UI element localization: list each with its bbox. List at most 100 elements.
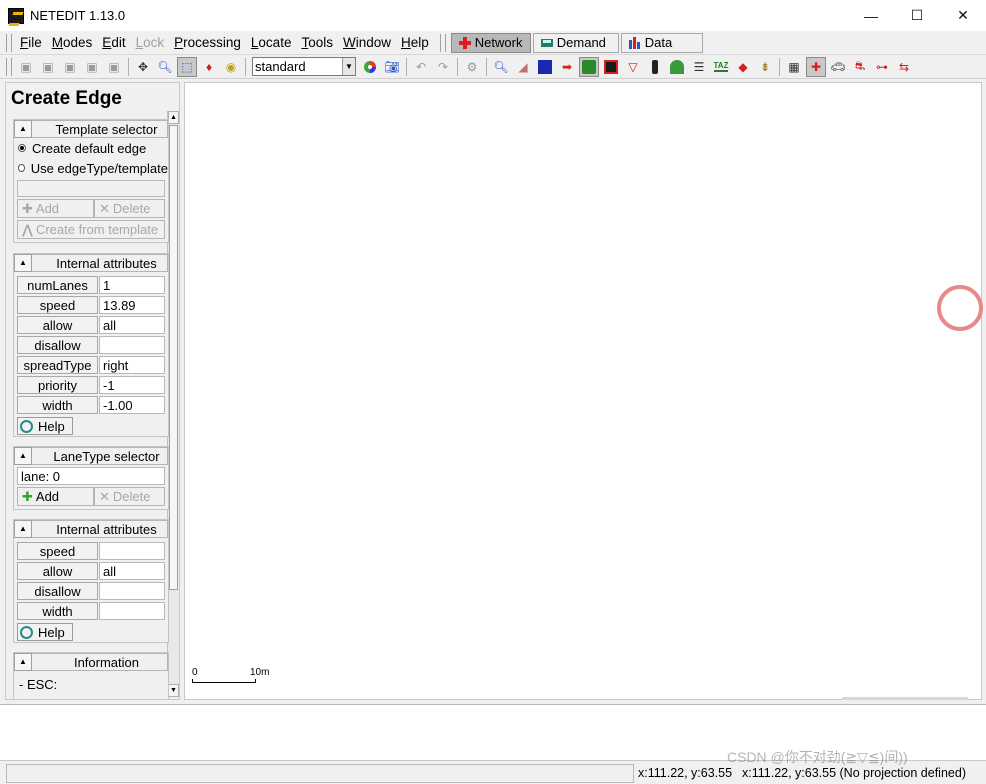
save-as-icon[interactable]: ▣ (82, 57, 102, 77)
collapse-template-button[interactable]: ▲ (14, 120, 32, 138)
save-network-icon[interactable]: ▣ (60, 57, 80, 77)
attr-row-width: width -1.00 (17, 395, 165, 415)
attr-label[interactable]: spreadType (17, 356, 98, 374)
camera-icon[interactable]: 📷︎ (382, 57, 402, 77)
scroll-down-icon[interactable]: ▼ (168, 684, 179, 697)
add-lanetype-button[interactable]: ✚ Add (17, 487, 94, 506)
move-network-icon[interactable]: ➡ (557, 57, 577, 77)
lane-select[interactable]: lane: 0 (17, 467, 165, 485)
open-network-icon[interactable]: ▣ (38, 57, 58, 77)
move-mode-icon[interactable]: ✥ (133, 57, 153, 77)
attr-label[interactable]: allow (17, 316, 98, 334)
connection-mode-icon[interactable] (601, 57, 621, 77)
attr-label[interactable]: disallow (17, 336, 98, 354)
select-mode-icon[interactable]: ⬚ (177, 56, 197, 77)
edge-help-button[interactable]: Help (17, 417, 73, 435)
use-edgetype-radio[interactable]: Use edgeType/template (14, 158, 168, 178)
additional-mode-icon[interactable] (667, 57, 687, 77)
numlanes-input[interactable]: 1 (99, 276, 165, 294)
toolbar-grip[interactable] (6, 57, 12, 76)
speed-input[interactable]: 13.89 (99, 296, 165, 314)
undo-icon[interactable]: ↶ (411, 57, 431, 77)
crossing-mode-icon[interactable]: ☰ (689, 57, 709, 77)
compute-junctions-icon[interactable]: ⚙ (462, 57, 482, 77)
supermode-data-button[interactable]: Data (620, 32, 703, 53)
attr-label[interactable]: width (17, 396, 98, 414)
create-edge-icon[interactable] (579, 56, 599, 77)
attr-label[interactable]: numLanes (17, 276, 98, 294)
close-button[interactable]: ✕ (940, 0, 986, 31)
wire-mode-icon[interactable]: ⇟ (755, 57, 775, 77)
menu-processing[interactable]: Processing (169, 32, 246, 54)
color-wheel-icon[interactable] (360, 57, 380, 77)
edit-viewport-icon[interactable]: ◉ (221, 57, 241, 77)
recenter-view-icon[interactable]: ♦ (199, 57, 219, 77)
menu-tools[interactable]: Tools (296, 32, 338, 54)
lane-help-button[interactable]: Help (17, 623, 73, 641)
collapse-information-button[interactable]: ▲ (14, 653, 32, 671)
menu-locate[interactable]: Locate (246, 32, 297, 54)
traffic-light-icon[interactable] (645, 57, 665, 77)
new-network-icon[interactable]: ▣ (16, 57, 36, 77)
menu-lock[interactable]: Lock (131, 32, 170, 54)
collapse-lane-attributes-button[interactable]: ▲ (14, 520, 32, 538)
lane-width-input[interactable] (99, 602, 165, 620)
shape-mode-icon[interactable]: ◆ (733, 57, 753, 77)
menu-modes[interactable]: Modes (47, 32, 98, 54)
delete-lanetype-button[interactable]: ✕ Delete (93, 487, 165, 506)
save-all-icon[interactable]: ▣ (104, 57, 124, 77)
attr-label[interactable]: speed (17, 296, 98, 314)
delete-eraser-icon[interactable]: ◢ (513, 57, 533, 77)
spreadtype-input[interactable]: right (99, 356, 165, 374)
add-edgetype-button[interactable]: ✚ Add (17, 199, 94, 218)
lane-speed-input[interactable] (99, 542, 165, 560)
priority-input[interactable]: -1 (99, 376, 165, 394)
edgetype-select[interactable] (17, 180, 165, 197)
attr-label[interactable]: disallow (17, 582, 98, 600)
inspect-mode-icon[interactable]: 🔍︎ (155, 57, 175, 77)
grid-toggle-icon[interactable]: ▦ (784, 57, 804, 77)
attr-label[interactable]: speed (17, 542, 98, 560)
two-way-vehicles-icon[interactable]: 🚗︎ (828, 57, 848, 77)
allow-input[interactable]: all (99, 316, 165, 334)
menu-grip[interactable] (6, 33, 12, 52)
redo-icon[interactable]: ↷ (433, 57, 453, 77)
collapse-edge-attributes-button[interactable]: ▲ (14, 254, 32, 272)
width-input[interactable]: -1.00 (99, 396, 165, 414)
attr-label[interactable]: priority (17, 376, 98, 394)
delete-edgetype-button[interactable]: ✕ Delete (93, 199, 165, 218)
collapse-lanetype-button[interactable]: ▲ (14, 447, 32, 465)
attr-label[interactable]: width (17, 602, 98, 620)
supermode-grip[interactable] (439, 33, 446, 52)
create-default-edge-radio[interactable]: Create default edge (14, 138, 168, 158)
menu-help[interactable]: Help (396, 32, 434, 54)
lane-allow-input[interactable]: all (99, 562, 165, 580)
window-title: NETEDIT 1.13.0 (30, 8, 126, 23)
reverse-edge-icon[interactable]: ⇆ (894, 57, 914, 77)
attr-label[interactable]: allow (17, 562, 98, 580)
inspect-network-icon[interactable]: 🔍︎ (491, 57, 511, 77)
menu-window[interactable]: Window (338, 32, 396, 54)
scroll-thumb[interactable] (169, 125, 178, 590)
select-network-icon[interactable] (535, 57, 555, 77)
disallow-input[interactable] (99, 336, 165, 354)
visualization-scheme-select[interactable]: standard ▼ (252, 57, 356, 76)
lanetype-selector-group: ▲ LaneType selector lane: 0 ✚ Add ✕ Dele… (13, 446, 169, 510)
lane-disallow-input[interactable] (99, 582, 165, 600)
maximize-button[interactable]: ☐ (894, 0, 940, 31)
menu-file[interactable]: File (15, 32, 47, 54)
merge-vehicles-icon[interactable]: ⛐ (850, 57, 870, 77)
supermode-demand-button[interactable]: Demand (532, 32, 619, 53)
chain-edges-icon[interactable]: ✚ (806, 56, 826, 77)
taz-mode-icon[interactable]: TAZ (711, 57, 731, 77)
title-bar: NETEDIT 1.13.0 — ☐ ✕ (0, 0, 986, 31)
create-from-template-button[interactable]: ⋀ Create from template (17, 220, 165, 239)
edge-junction-icon[interactable]: ⊶ (872, 57, 892, 77)
minimize-button[interactable]: — (848, 0, 894, 31)
network-canvas[interactable]: 0 10m (184, 82, 983, 700)
menu-edit[interactable]: Edit (97, 32, 130, 54)
scroll-up-icon[interactable]: ▲ (168, 111, 179, 124)
information-group: ▲ Information - ESC: (13, 652, 169, 699)
prohibition-mode-icon[interactable]: ▽ (623, 57, 643, 77)
supermode-network-button[interactable]: Network (450, 32, 531, 53)
